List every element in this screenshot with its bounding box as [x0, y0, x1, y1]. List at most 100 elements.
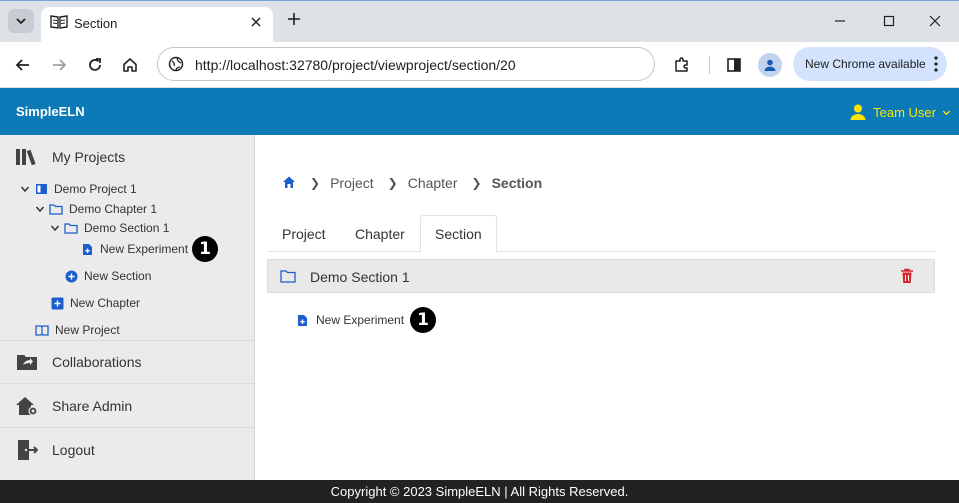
home-button[interactable]	[118, 53, 142, 77]
address-bar[interactable]: http://localhost:32780/project/viewproje…	[157, 47, 655, 81]
tree-project[interactable]: Demo Project 1	[18, 180, 137, 198]
callout-marker: 1	[192, 236, 218, 262]
home-icon	[123, 58, 137, 72]
toolbar-separator	[709, 56, 710, 74]
tree-experiment[interactable]: New Experiment	[80, 240, 188, 258]
breadcrumb-home[interactable]	[282, 175, 296, 192]
callout-marker: 1	[410, 307, 436, 333]
document-add-icon	[80, 242, 94, 256]
tab-chapter[interactable]: Chapter	[341, 215, 419, 252]
chevron-down-icon[interactable]	[33, 202, 47, 216]
new-chapter-link[interactable]: New Chapter	[50, 294, 140, 312]
book-icon	[34, 182, 48, 196]
new-section-link[interactable]: New Section	[64, 267, 151, 285]
logout-link[interactable]: Logout	[0, 428, 254, 472]
folder-icon	[64, 221, 78, 235]
browser-tabstrip: Section	[0, 0, 959, 43]
tree-chapter-label: Demo Chapter 1	[69, 202, 158, 216]
plus-square-icon	[50, 296, 64, 310]
forward-button[interactable]	[47, 53, 71, 77]
chevron-right-icon: ❯	[387, 176, 398, 190]
profile-button[interactable]	[758, 53, 782, 77]
reload-icon	[89, 58, 101, 71]
browser-toolbar: http://localhost:32780/project/viewproje…	[0, 42, 959, 88]
more-vert-icon	[934, 56, 938, 72]
minimize-button[interactable]	[825, 9, 855, 33]
breadcrumb-chapter[interactable]: Chapter	[408, 175, 458, 191]
chrome-update-button[interactable]: New Chrome available	[793, 47, 947, 81]
sidebar: My Projects Demo Project 1 Demo Chapter …	[0, 135, 255, 480]
folder-icon	[49, 202, 63, 216]
breadcrumb-project[interactable]: Project	[330, 175, 374, 191]
new-chapter-label: New Chapter	[70, 296, 141, 310]
document-add-icon	[297, 313, 309, 327]
house-gear-icon	[15, 395, 39, 417]
chevron-down-icon[interactable]	[48, 221, 62, 235]
person-icon	[764, 59, 776, 71]
tab-search-button[interactable]	[8, 9, 34, 33]
logout-label: Logout	[52, 442, 95, 458]
back-button[interactable]	[11, 53, 35, 77]
tree-section[interactable]: Demo Section 1	[48, 219, 169, 237]
new-project-label: New Project	[55, 323, 120, 337]
site-info-icon	[168, 56, 184, 72]
app-header: SimpleELN Team User	[0, 88, 959, 135]
maximize-button[interactable]	[874, 9, 904, 33]
new-tab-button[interactable]	[284, 10, 304, 30]
tree-project-label: Demo Project 1	[54, 182, 137, 196]
user-icon	[850, 104, 866, 120]
chevron-down-icon	[16, 18, 26, 25]
folder-share-icon	[15, 351, 39, 373]
section-header: Demo Section 1	[267, 259, 935, 293]
brand-logo[interactable]: SimpleELN	[16, 104, 85, 119]
close-icon	[929, 15, 941, 27]
close-icon	[251, 17, 261, 27]
collaborations-label: Collaborations	[52, 354, 142, 370]
chevron-down-icon[interactable]	[18, 182, 32, 196]
home-icon	[283, 176, 295, 188]
user-name: Team User	[873, 104, 936, 120]
chevron-right-icon: ❯	[471, 176, 482, 190]
chrome-update-label: New Chrome available	[805, 57, 926, 71]
arrow-right-icon	[53, 59, 67, 71]
side-panel-button[interactable]	[722, 53, 746, 77]
browser-tab[interactable]: Section	[41, 7, 273, 43]
experiment-link[interactable]: New Experiment	[297, 312, 404, 328]
my-projects-label: My Projects	[52, 149, 126, 165]
tab-close-button[interactable]	[247, 13, 265, 31]
breadcrumb: ❯ Project ❯ Chapter ❯ Section	[282, 174, 546, 192]
maximize-icon	[883, 15, 895, 27]
plus-icon	[288, 13, 300, 25]
arrow-left-icon	[15, 59, 29, 71]
new-project-link[interactable]: New Project	[35, 321, 120, 339]
tree-experiment-label: New Experiment	[100, 242, 189, 256]
share-admin-link[interactable]: Share Admin	[0, 384, 254, 428]
minimize-icon	[835, 20, 845, 22]
window-close-button[interactable]	[920, 9, 950, 33]
open-book-icon	[35, 323, 49, 337]
share-admin-label: Share Admin	[52, 397, 133, 414]
user-menu[interactable]: Team User	[849, 102, 951, 122]
chevron-down-icon	[942, 110, 951, 115]
reload-button[interactable]	[83, 53, 107, 77]
folder-icon	[280, 270, 296, 283]
breadcrumb-section: Section	[491, 175, 543, 191]
my-projects-header[interactable]: My Projects	[0, 135, 254, 179]
extensions-button[interactable]	[670, 53, 694, 77]
content-tabs: Project Chapter Section	[268, 215, 935, 253]
tab-section[interactable]: Section	[420, 215, 497, 253]
tree-chapter[interactable]: Demo Chapter 1	[33, 200, 157, 218]
plus-circle-icon	[64, 269, 78, 283]
tab-project[interactable]: Project	[268, 215, 340, 252]
collaborations-link[interactable]: Collaborations	[0, 340, 254, 384]
tree-section-label: Demo Section 1	[84, 221, 170, 235]
chevron-right-icon: ❯	[310, 176, 321, 190]
section-title: Demo Section 1	[310, 269, 410, 285]
trash-icon[interactable]	[900, 268, 914, 284]
side-panel-icon	[727, 58, 741, 72]
book-icon	[50, 15, 68, 29]
door-exit-icon	[15, 439, 39, 461]
experiment-link-label: New Experiment	[316, 313, 405, 327]
books-icon	[15, 146, 39, 168]
url-text: http://localhost:32780/project/viewproje…	[195, 57, 516, 73]
